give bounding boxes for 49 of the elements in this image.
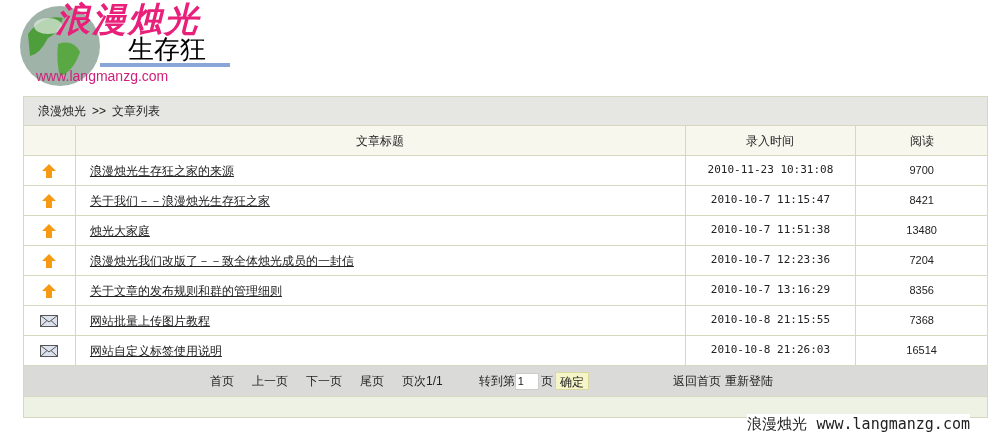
logo-subtitle: 生存狂 <box>128 36 206 62</box>
article-link[interactable]: 烛光大家庭 <box>89 221 150 240</box>
article-link[interactable]: 网站自定义标签使用说明 <box>89 341 222 360</box>
breadcrumb-current: 文章列表 <box>112 103 160 120</box>
page-link[interactable]: 首页 <box>210 372 234 390</box>
table-cell: 2010-10-7 11:51:38 <box>685 216 857 245</box>
table-cell: 2010-11-23 10:31:08 <box>685 156 857 185</box>
footer-text: 浪漫烛光 www.langmanzg.com <box>747 414 970 434</box>
table-cell: 2010-10-8 21:26:03 <box>685 336 857 365</box>
breadcrumb-separator: >> <box>92 103 106 120</box>
up-arrow-icon <box>42 193 57 208</box>
up-arrow-icon <box>42 163 57 178</box>
table-cell-text: 8356 <box>908 283 935 299</box>
envelope-icon <box>40 344 59 357</box>
logo-title: 浪漫烛光 <box>56 2 200 36</box>
goto-label: 转到第 <box>478 373 515 390</box>
page-link[interactable]: 上一页 <box>252 372 288 390</box>
goto-unit: 页 <box>540 373 553 390</box>
table-cell-text: 7204 <box>908 253 935 269</box>
table-cell: 2010-10-7 12:23:36 <box>685 246 857 275</box>
table-cell-text: 13480 <box>905 223 938 239</box>
breadcrumb-link[interactable]: 浪漫烛光 <box>38 102 86 120</box>
logo-url: www.langmanzg.com <box>36 69 169 83</box>
up-arrow-icon <box>42 223 57 238</box>
page-input[interactable]: 1 <box>514 372 539 390</box>
table-cell: 2010-10-8 21:15:55 <box>685 306 857 335</box>
envelope-icon <box>40 314 59 327</box>
table-cell: 2010-10-7 13:16:29 <box>685 276 857 305</box>
up-arrow-icon <box>42 253 57 268</box>
article-link[interactable]: 关于我们－－浪漫烛光生存狂之家 <box>89 191 270 210</box>
article-link[interactable]: 浪漫烛光生存狂之家的来源 <box>89 161 234 180</box>
page-info: 页次1/1 <box>402 373 443 390</box>
page-link[interactable]: 重新登陆 <box>724 372 773 390</box>
table-cell: 2010-10-7 11:15:47 <box>685 186 857 215</box>
column-header: 文章标题 <box>75 126 686 155</box>
article-link[interactable]: 网站批量上传图片教程 <box>89 311 210 330</box>
article-link[interactable]: 关于文章的发布规则和群的管理细则 <box>89 281 282 300</box>
page-link[interactable]: 下一页 <box>306 372 342 390</box>
table-cell-text: 8421 <box>908 193 935 209</box>
column-header: 录入时间 <box>685 126 857 155</box>
up-arrow-icon <box>42 283 57 298</box>
table-cell-text: 9700 <box>908 163 935 179</box>
page-link[interactable]: 尾页 <box>360 372 384 390</box>
article-link[interactable]: 浪漫烛光我们改版了－－致全体烛光成员的一封信 <box>89 251 354 270</box>
column-header: 阅读 <box>908 132 935 150</box>
page-link[interactable]: 返回首页 <box>672 372 721 390</box>
confirm-button[interactable]: 确定 <box>554 372 589 390</box>
table-cell-text: 16514 <box>905 343 938 359</box>
table-cell-text: 7368 <box>908 313 935 329</box>
